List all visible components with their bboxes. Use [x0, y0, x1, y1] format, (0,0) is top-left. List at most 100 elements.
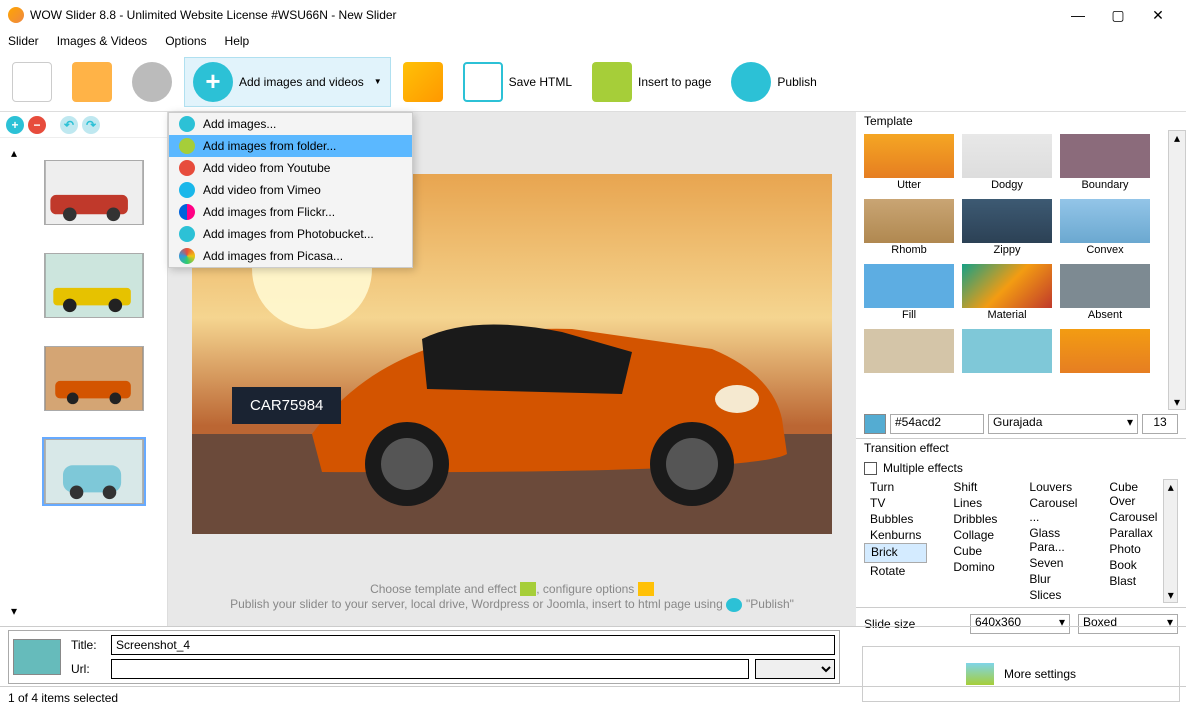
- menu-images[interactable]: Images & Videos: [57, 34, 148, 48]
- multiple-effects-checkbox[interactable]: Multiple effects: [864, 461, 1178, 475]
- effect-item[interactable]: Carousel ...: [1023, 495, 1083, 525]
- close-button[interactable]: ✕: [1138, 7, 1178, 24]
- effect-item[interactable]: Book: [1103, 557, 1163, 573]
- font-select[interactable]: Gurajada ▾: [988, 414, 1138, 434]
- effect-item[interactable]: Turn: [864, 479, 927, 495]
- flickr-icon: [179, 204, 195, 220]
- menu-item[interactable]: Add images from folder...: [169, 135, 412, 157]
- effect-item[interactable]: Carousel: [1103, 509, 1163, 525]
- globe-icon: [731, 62, 771, 102]
- effect-item[interactable]: Cube: [947, 543, 1003, 559]
- menu-slider[interactable]: Slider: [8, 34, 39, 48]
- remove-slide-icon[interactable]: −: [28, 116, 46, 134]
- menu-item[interactable]: Add video from Vimeo: [169, 179, 412, 201]
- add-images-button[interactable]: + Add images and videos ▼: [184, 57, 391, 107]
- add-images-label: Add images and videos: [239, 75, 364, 89]
- new-button[interactable]: [4, 58, 60, 106]
- youtube-icon: [179, 160, 195, 176]
- effect-item[interactable]: Photo: [1103, 541, 1163, 557]
- menu-options[interactable]: Options: [165, 34, 206, 48]
- effect-item[interactable]: Parallax: [1103, 525, 1163, 541]
- thumbnail-list: ▴▾: [0, 138, 167, 626]
- insert-button[interactable]: Insert to page: [584, 58, 719, 106]
- effect-item[interactable]: Bubbles: [864, 511, 927, 527]
- effect-item[interactable]: Rotate: [864, 563, 927, 579]
- scroll-up-icon[interactable]: ▴: [11, 146, 17, 160]
- maximize-button[interactable]: ▢: [1098, 7, 1138, 24]
- list-item[interactable]: [44, 160, 144, 225]
- plus-icon: [179, 116, 195, 132]
- help-text: Choose template and effect , configure o…: [168, 567, 856, 626]
- rotate-left-icon[interactable]: ↶: [60, 116, 78, 134]
- template-item[interactable]: [962, 329, 1052, 374]
- picture-icon: [520, 582, 536, 596]
- color-swatch[interactable]: [864, 414, 886, 434]
- effect-item[interactable]: Domino: [947, 559, 1003, 575]
- scroll-down-icon[interactable]: ▾: [11, 604, 17, 618]
- effects-grid: TurnTVBubblesKenburnsBrickRotate ShiftLi…: [864, 479, 1163, 603]
- add-slide-icon[interactable]: +: [6, 116, 24, 134]
- template-item[interactable]: Dodgy: [962, 134, 1052, 191]
- disk-button[interactable]: [124, 58, 180, 106]
- save-html-button[interactable]: Save HTML: [455, 58, 580, 106]
- list-item[interactable]: [44, 346, 144, 411]
- publish-button[interactable]: Publish: [723, 58, 824, 106]
- title-input[interactable]: [111, 635, 835, 655]
- open-button[interactable]: [64, 58, 120, 106]
- fontsize-input[interactable]: 13: [1142, 414, 1178, 434]
- slide-thumb: [13, 639, 61, 675]
- effect-item[interactable]: Lines: [947, 495, 1003, 511]
- vimeo-icon: [179, 182, 195, 198]
- effect-item[interactable]: Brick: [864, 543, 927, 563]
- url-input[interactable]: [111, 659, 749, 679]
- add-dropdown-menu: Add images... Add images from folder... …: [168, 112, 413, 268]
- menu-item[interactable]: Add images from Picasa...: [169, 245, 412, 267]
- rotate-right-icon[interactable]: ↷: [82, 116, 100, 134]
- effects-scrollbar[interactable]: ▴▾: [1163, 479, 1178, 603]
- effect-item[interactable]: Blur: [1023, 571, 1083, 587]
- effect-item[interactable]: Glass Para...: [1023, 525, 1083, 555]
- menu-item[interactable]: Add images from Photobucket...: [169, 223, 412, 245]
- template-item[interactable]: Absent: [1060, 264, 1150, 321]
- insert-icon: [592, 62, 632, 102]
- url-target-select[interactable]: [755, 659, 835, 679]
- template-item[interactable]: Material: [962, 264, 1052, 321]
- menu-item[interactable]: Add images from Flickr...: [169, 201, 412, 223]
- folder-icon: [179, 138, 195, 154]
- effect-item[interactable]: Seven: [1023, 555, 1083, 571]
- template-item[interactable]: Convex: [1060, 199, 1150, 256]
- list-item[interactable]: [44, 439, 144, 504]
- template-item[interactable]: Boundary: [1060, 134, 1150, 191]
- list-item[interactable]: [44, 253, 144, 318]
- template-item[interactable]: Fill: [864, 264, 954, 321]
- window-title: WOW Slider 8.8 - Unlimited Website Licen…: [30, 8, 1058, 22]
- effect-item[interactable]: Louvers: [1023, 479, 1083, 495]
- effect-item[interactable]: TV: [864, 495, 927, 511]
- menu-item[interactable]: Add images...: [169, 113, 412, 135]
- template-scrollbar[interactable]: ▴▾: [1168, 130, 1186, 410]
- menu-item[interactable]: Add video from Youtube: [169, 157, 412, 179]
- plus-icon: +: [193, 62, 233, 102]
- menubar: Slider Images & Videos Options Help: [0, 30, 1186, 52]
- template-item[interactable]: [1060, 329, 1150, 374]
- titlebar: WOW Slider 8.8 - Unlimited Website Licen…: [0, 0, 1186, 30]
- footer-bar: Title: Url:: [0, 626, 1186, 686]
- globe-icon: [726, 598, 742, 612]
- template-item[interactable]: Rhomb: [864, 199, 954, 256]
- template-item[interactable]: Zippy: [962, 199, 1052, 256]
- minimize-button[interactable]: —: [1058, 7, 1098, 23]
- effect-item[interactable]: Collage: [947, 527, 1003, 543]
- effect-item[interactable]: Slices: [1023, 587, 1083, 603]
- template-item[interactable]: Utter: [864, 134, 954, 191]
- menu-help[interactable]: Help: [225, 34, 250, 48]
- effect-item[interactable]: Kenburns: [864, 527, 927, 543]
- template-item[interactable]: [864, 329, 954, 374]
- effect-item[interactable]: Shift: [947, 479, 1003, 495]
- effect-item[interactable]: Cube Over: [1103, 479, 1163, 509]
- color-input[interactable]: #54acd2: [890, 414, 984, 434]
- chevron-down-icon: ▼: [374, 77, 382, 86]
- effect-item[interactable]: Blast: [1103, 573, 1163, 589]
- effect-item[interactable]: Dribbles: [947, 511, 1003, 527]
- tools-button[interactable]: [395, 58, 451, 106]
- toolbar: + Add images and videos ▼ Save HTML Inse…: [0, 52, 1186, 112]
